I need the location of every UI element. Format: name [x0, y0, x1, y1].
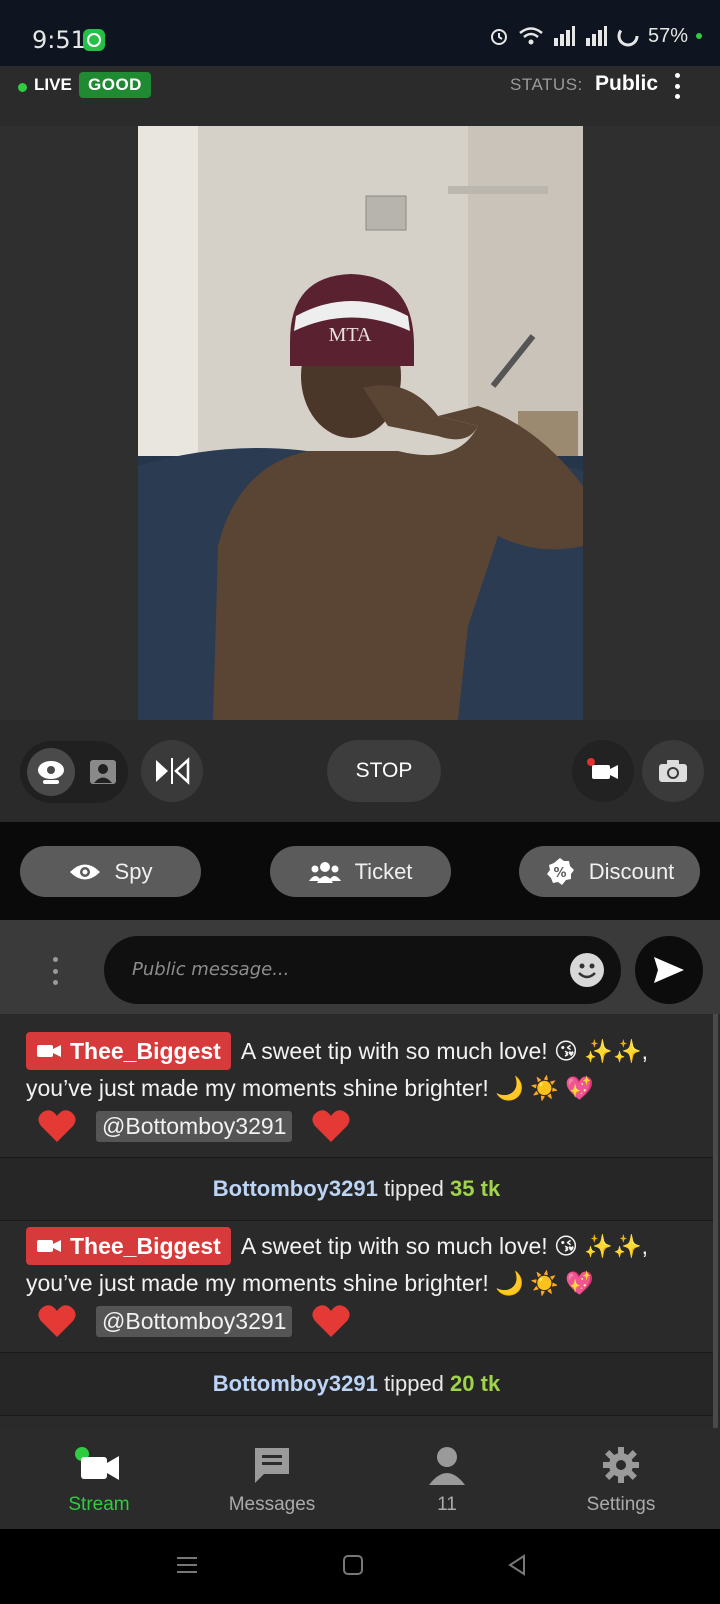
signal-icon — [553, 26, 575, 46]
video-camera-icon — [37, 1045, 61, 1057]
tip-verb: tipped — [383, 1176, 444, 1201]
record-camera-icon — [587, 758, 618, 779]
ticket-button[interactable]: Ticket — [270, 846, 451, 897]
message-author: Thee_Biggest — [70, 1037, 221, 1064]
tip-notification: Bottomboy3291 tipped 20 tk — [0, 1352, 713, 1416]
tip-amount: 20 tk — [450, 1371, 501, 1396]
status-icons: 57% — [488, 24, 702, 48]
message-text: A sweet tip with so much love! 😘 ✨✨, — [240, 1233, 649, 1259]
discount-button[interactable]: % Discount — [519, 846, 700, 897]
tipper-name[interactable]: Bottomboy3291 — [213, 1371, 378, 1396]
heart-icon — [312, 1305, 351, 1337]
eye-icon — [69, 864, 100, 879]
send-button[interactable] — [635, 936, 703, 1004]
user-mention[interactable]: @Bottomboy3291 — [96, 1305, 293, 1337]
message-text-cont: you’ve just made my moments shine bright… — [26, 1075, 594, 1101]
status-label: STATUS: — [510, 75, 583, 94]
chat-options-icon[interactable] — [53, 957, 59, 985]
signal-icon-2 — [585, 26, 607, 46]
viewer-count: 11 — [437, 1494, 457, 1515]
svg-text:MTA: MTA — [329, 324, 372, 346]
alarm-icon — [490, 29, 507, 45]
back-icon[interactable] — [506, 1554, 528, 1576]
battery-percent: 57% — [647, 24, 688, 47]
chat-feed: Thee_Biggest A sweet tip with so much lo… — [0, 1014, 720, 1428]
status-value[interactable]: Public — [595, 72, 658, 96]
whatsapp-notification-icon — [83, 29, 105, 51]
webcam-mode-button[interactable] — [27, 748, 75, 796]
send-icon — [654, 957, 684, 983]
switch-camera-button[interactable] — [642, 740, 704, 802]
nav-settings-label: Settings — [586, 1494, 656, 1515]
mirror-icon — [156, 757, 190, 785]
nav-settings[interactable]: Settings — [546, 1444, 696, 1516]
green-dot-icon — [696, 33, 702, 39]
chat-scrollbar[interactable] — [713, 1014, 718, 1428]
message-text: A sweet tip with so much love! 😘 ✨✨, — [240, 1038, 649, 1064]
public-message-input[interactable]: Public message... — [104, 936, 621, 1004]
heart-icon — [312, 1110, 351, 1142]
nav-stream[interactable]: Stream — [24, 1444, 174, 1516]
clock: 9:51 — [32, 26, 86, 54]
broadcaster-name-badge[interactable]: Thee_Biggest — [26, 1032, 231, 1070]
percent-badge-icon: % — [546, 857, 574, 885]
chat-message: Thee_Biggest A sweet tip with so much lo… — [26, 1032, 706, 1146]
svg-text:%: % — [553, 866, 566, 881]
camera-rotate-icon — [659, 760, 687, 782]
live-label: LIVE — [34, 75, 72, 94]
portrait-mode-button[interactable] — [82, 748, 130, 796]
tip-verb: tipped — [383, 1371, 444, 1396]
chat-message: Thee_Biggest A sweet tip with so much lo… — [26, 1227, 706, 1341]
live-indicator-dot — [18, 83, 27, 92]
video-camera-icon — [37, 1240, 61, 1252]
recent-apps-icon[interactable] — [176, 1554, 198, 1576]
webcam-icon — [38, 761, 64, 784]
users-icon — [308, 861, 341, 883]
message-icon — [255, 1448, 289, 1483]
nav-stream-label: Stream — [68, 1494, 130, 1515]
message-author: Thee_Biggest — [70, 1232, 221, 1259]
tip-amount: 35 tk — [450, 1176, 501, 1201]
message-placeholder: Public message... — [132, 959, 290, 980]
heart-icon — [38, 1110, 76, 1142]
system-navigation-bar — [0, 1529, 720, 1604]
connection-quality-badge: GOOD — [79, 72, 151, 98]
message-text-cont: you’ve just made my moments shine bright… — [26, 1270, 594, 1296]
tip-notification: Bottomboy3291 tipped 35 tk — [0, 1157, 713, 1221]
wifi-icon — [519, 27, 543, 45]
person-icon — [429, 1447, 465, 1485]
heart-icon — [38, 1305, 76, 1337]
discount-label: Discount — [588, 858, 675, 884]
record-button[interactable] — [572, 740, 634, 802]
video-camera-icon — [75, 1447, 119, 1480]
ticket-label: Ticket — [354, 858, 413, 884]
user-mention[interactable]: @Bottomboy3291 — [96, 1110, 293, 1142]
emoji-picker-icon[interactable] — [570, 953, 604, 987]
broadcaster-name-badge[interactable]: Thee_Biggest — [26, 1227, 231, 1265]
spy-button[interactable]: Spy — [20, 846, 201, 897]
system-status-bar: 9:51 57% — [0, 0, 720, 66]
camera-preview: MTA — [138, 126, 583, 720]
nav-messages[interactable]: Messages — [197, 1444, 347, 1516]
gear-icon — [603, 1447, 639, 1483]
stop-stream-button[interactable]: STOP — [327, 740, 441, 802]
nav-viewers[interactable]: 11 — [372, 1444, 522, 1516]
spy-label: Spy — [114, 858, 153, 884]
camera-mode-toggle[interactable] — [20, 741, 128, 803]
tipper-name[interactable]: Bottomboy3291 — [213, 1176, 378, 1201]
portrait-icon — [90, 760, 116, 784]
mirror-flip-button[interactable] — [141, 740, 203, 802]
home-icon[interactable] — [342, 1554, 364, 1576]
battery-ring-icon — [617, 25, 639, 47]
nav-messages-label: Messages — [228, 1494, 316, 1515]
more-options-icon[interactable] — [675, 73, 681, 99]
